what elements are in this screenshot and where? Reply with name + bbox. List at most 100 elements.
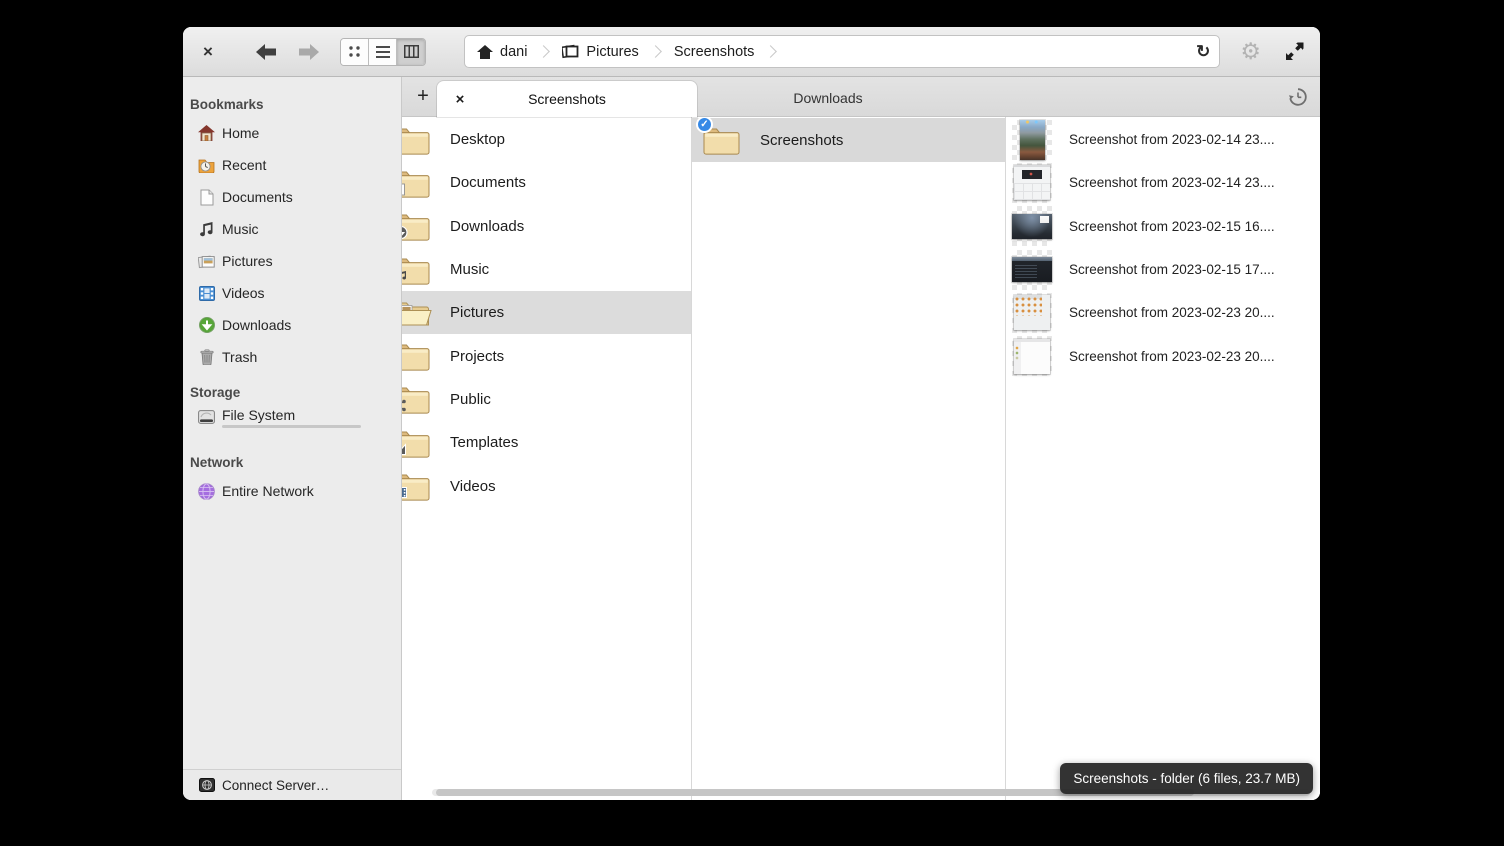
folder-icon [402,297,432,329]
connect-server-button[interactable]: Connect Server… [183,769,401,800]
sidebar-item-pictures[interactable]: Pictures [183,245,401,277]
file-thumbnail [1012,120,1052,160]
folder-row-screenshots[interactable]: ✓ Screenshots [692,118,1005,162]
file-name: Screenshot from 2023-02-15 17.... [1069,262,1275,277]
back-arrow-icon [256,44,276,60]
status-tooltip: Screenshots - folder (6 files, 23.7 MB) [1060,763,1313,794]
sidebar-section-title: Storage [183,379,401,405]
sidebar-item-downloads[interactable]: Downloads [183,309,401,341]
folder-label: Downloads [450,218,524,235]
folder-row-pictures[interactable]: Pictures [402,291,691,334]
expand-arrows-icon [1285,42,1304,61]
fullscreen-expand-button[interactable] [1285,42,1304,61]
home-icon [198,125,215,142]
folder-row-music[interactable]: Music [402,248,691,291]
folder-icon [402,210,432,242]
sidebar-section-title: Network [183,449,401,475]
window-close-button[interactable]: × [197,42,219,62]
back-button[interactable] [253,41,279,63]
folder-icon [402,383,432,415]
sidebar-item-label: Documents [222,190,293,204]
folder-icon [402,124,432,156]
folder-row-projects[interactable]: Projects [402,334,691,377]
file-row[interactable]: Screenshot from 2023-02-15 17.... [1006,248,1320,291]
sidebar-item-label: Videos [222,286,265,300]
file-thumbnail [1012,250,1052,290]
folder-icon [402,470,432,502]
history-button[interactable] [1286,85,1310,109]
thumbnail-image [1012,214,1052,239]
breadcrumb-screenshots[interactable]: Screenshots [674,44,755,60]
folder-row-downloads[interactable]: Downloads [402,205,691,248]
file-row[interactable]: Screenshot from 2023-02-23 20.... [1006,291,1320,334]
sidebar-item-label: Recent [222,158,266,172]
tab-downloads[interactable]: Downloads [697,80,959,116]
sidebar-item-recent[interactable]: Recent [183,149,401,181]
file-name: Screenshot from 2023-02-15 16.... [1069,219,1275,234]
sidebar-item-label: Pictures [222,254,273,268]
videos-icon [198,285,215,302]
tab-bar: + × Screenshots Downloads [402,77,1320,117]
history-clock-icon [1288,87,1308,107]
column-screenshots-contents: Screenshot from 2023-02-14 23....Screens… [1006,117,1320,800]
folder-row-videos[interactable]: Videos [402,464,691,507]
folder-label: Templates [450,434,518,451]
column-view-button[interactable] [397,39,425,65]
sidebar-item-label: Music [222,222,259,236]
folder-icon [402,427,432,459]
folder-label: Screenshots [760,132,843,149]
folder-row-templates[interactable]: Templates [402,421,691,464]
breadcrumb-label: dani [500,44,527,60]
file-row[interactable]: Screenshot from 2023-02-14 23.... [1006,161,1320,204]
file-thumbnail [1012,293,1052,333]
sidebar-item-text: File System [222,408,361,428]
chevron-right-icon [538,45,551,58]
list-view-icon [376,46,390,58]
settings-gear-button[interactable]: ⚙ [1240,40,1261,63]
refresh-button[interactable]: ↻ [1196,42,1210,62]
folder-icon [402,254,432,286]
breadcrumb-label: Screenshots [674,44,755,60]
new-tab-button[interactable]: + [410,83,436,109]
folder-row-documents[interactable]: Documents [402,161,691,204]
main-pane: + × Screenshots Downloads [402,77,1320,800]
file-name: Screenshot from 2023-02-23 20.... [1069,305,1275,320]
tab-screenshots[interactable]: × Screenshots [437,81,697,117]
sidebar: BookmarksHomeRecentDocumentsMusicPicture… [183,77,402,800]
breadcrumb-home[interactable]: dani [477,44,527,60]
sidebar-item-music[interactable]: Music [183,213,401,245]
sidebar-section-storage: Storage File System [183,379,401,443]
sidebar-item-trash[interactable]: Trash [183,341,401,373]
sidebar-item-videos[interactable]: Videos [183,277,401,309]
home-icon [477,45,493,59]
downloads-icon [198,317,215,334]
network-icon [198,483,215,500]
folder-icon: ✓ [702,124,742,156]
file-row[interactable]: Screenshot from 2023-02-15 16.... [1006,205,1320,248]
folder-icon [402,167,432,199]
folder-row-desktop[interactable]: Desktop [402,118,691,161]
grid-view-button[interactable] [341,39,369,65]
sidebar-item-label: Home [222,126,259,140]
forward-button[interactable] [296,41,322,63]
folder-label: Desktop [450,131,505,148]
sidebar-item-file-system[interactable]: File System [183,405,401,443]
thumbnail-image [1014,165,1050,200]
document-icon [198,189,215,206]
sidebar-item-home[interactable]: Home [183,117,401,149]
file-row[interactable]: Screenshot from 2023-02-23 20.... [1006,334,1320,377]
list-view-button[interactable] [369,39,397,65]
pictures-icon [198,253,215,270]
grid-view-icon [348,45,361,58]
forward-arrow-icon [299,44,319,60]
folder-row-public[interactable]: Public [402,378,691,421]
pictures-crumb-icon [562,44,579,59]
thumbnail-image [1012,257,1052,282]
file-row[interactable]: Screenshot from 2023-02-14 23.... [1006,118,1320,161]
folder-label: Documents [450,174,526,191]
breadcrumb-pictures[interactable]: Pictures [562,44,638,60]
tab-label: Downloads [793,90,862,106]
sidebar-item-documents[interactable]: Documents [183,181,401,213]
folder-label: Videos [450,478,496,495]
sidebar-item-entire-network[interactable]: Entire Network [183,475,401,507]
